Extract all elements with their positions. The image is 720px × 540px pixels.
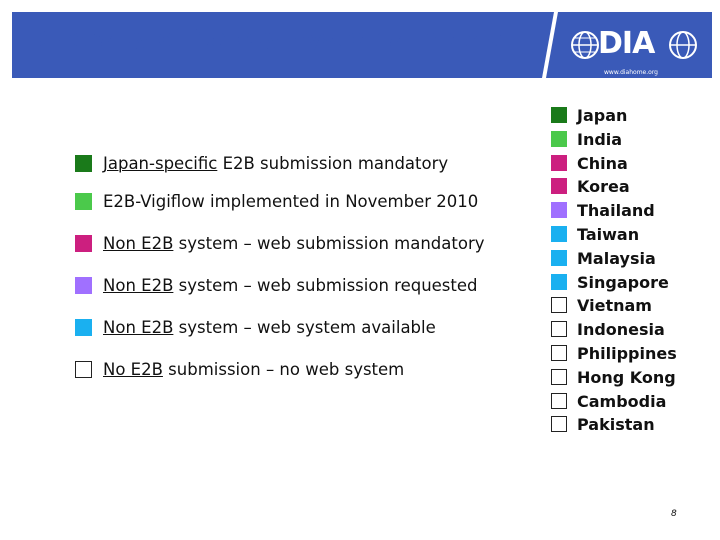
legend-label: Japan-specific E2B submission mandatory: [103, 154, 448, 173]
country-name: Indonesia: [577, 320, 665, 340]
legend-label: Non E2B system – web system available: [103, 318, 436, 337]
country-color-swatch: [551, 249, 567, 266]
logo-text: DIA: [598, 26, 655, 61]
dia-logo: DIA www.diahome.org: [570, 26, 700, 76]
legend-color-swatch: [75, 361, 92, 378]
legend-label: Non E2B system – web submission mandator…: [103, 234, 485, 253]
country-color-swatch: [551, 202, 567, 219]
legend-label: Non E2B system – web submission requeste…: [103, 276, 478, 295]
country-name: Hong Kong: [577, 367, 676, 387]
legend-color-swatch: [75, 319, 92, 336]
legend-color-swatch: [75, 155, 92, 172]
country-color-swatch: [551, 107, 567, 123]
country-color-swatch: [551, 368, 567, 385]
page-number: 8: [671, 509, 677, 519]
country-color-swatch: [551, 273, 567, 290]
country-color-swatch: [551, 226, 567, 242]
country-name: Philippines: [577, 344, 677, 363]
country-name: Cambodia: [577, 391, 667, 411]
page-title: Diversity of Safety Systems In Asia: [28, 24, 504, 52]
country-name: Thailand: [577, 201, 655, 221]
country-color-swatch: [551, 416, 567, 433]
country-color-swatch: [551, 345, 567, 361]
legend-label-underlined: No E2B: [103, 360, 163, 379]
legend-label-rest: submission – no web system: [162, 360, 405, 379]
country-name: China: [577, 153, 628, 173]
legend-label-rest: system – web submission requested: [173, 276, 478, 295]
legend-color-swatch: [75, 277, 92, 294]
legend-color-swatch: [75, 193, 92, 210]
country-name: Malaysia: [577, 248, 656, 268]
country-color-swatch: [551, 154, 567, 171]
country-name: India: [577, 129, 623, 149]
legend-label-underlined: Japan-specific: [103, 154, 218, 173]
legend-color-swatch: [75, 235, 92, 252]
globe-icon: [571, 31, 599, 59]
legend-label: No E2B submission – no web system: [103, 360, 404, 379]
globe-icon-right: [669, 31, 697, 59]
country-name: Taiwan: [577, 225, 640, 244]
legend-label-underlined: Non E2B: [103, 276, 174, 295]
country-color-swatch: [551, 297, 567, 314]
country-name: Vietnam: [577, 296, 652, 316]
legend-label: E2B-Vigiflow implemented in November 201…: [103, 192, 478, 211]
legend-label-rest: system – web submission mandatory: [173, 234, 485, 253]
country-name: Pakistan: [577, 415, 655, 435]
legend-label-rest: E2B-Vigiflow implemented in November 201…: [103, 192, 479, 211]
country-name: Singapore: [577, 272, 669, 292]
country-color-swatch: [551, 321, 567, 338]
header-bar: Diversity of Safety Systems In Asia DIA …: [12, 12, 712, 78]
country-color-swatch: [551, 130, 567, 147]
country-color-swatch: [551, 392, 567, 409]
country-name: Korea: [577, 177, 630, 197]
legend-label-underlined: Non E2B: [103, 234, 174, 253]
country-color-swatch: [551, 178, 567, 195]
legend-label-underlined: Non E2B: [103, 318, 174, 337]
country-name: Japan: [577, 106, 628, 125]
logo-url: www.diahome.org: [604, 69, 658, 76]
legend-label-rest: system – web system available: [173, 318, 436, 337]
legend-label-rest: E2B submission mandatory: [217, 154, 449, 173]
